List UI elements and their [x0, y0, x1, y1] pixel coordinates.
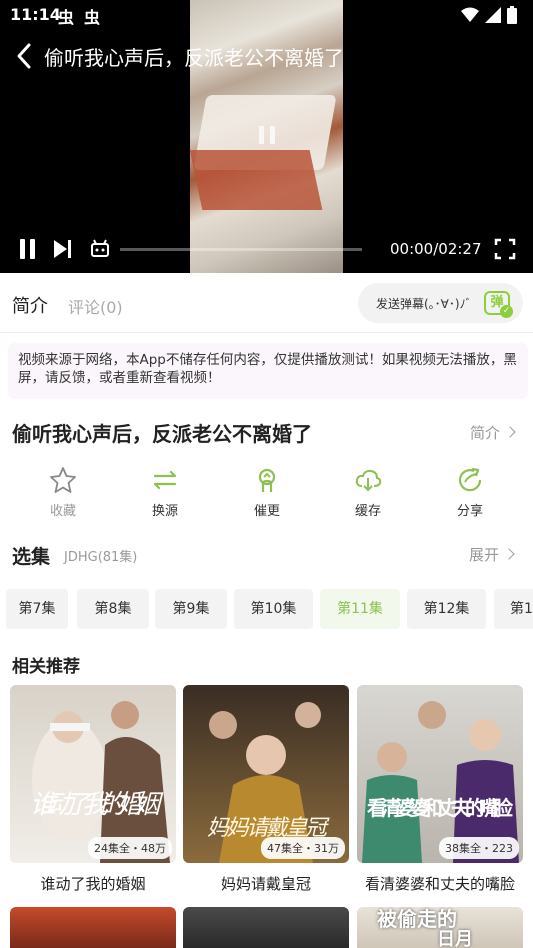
episodes-title: 选集	[12, 546, 51, 568]
wifi-icon	[461, 7, 479, 22]
danmaku-placeholder: 发送弹幕(｡･∀･)ﾉﾞ	[376, 297, 472, 311]
recommend-card[interactable]: 看清婆婆和丈夫的嘴脸 38集全・223 看清婆婆和丈夫的嘴脸	[357, 685, 523, 894]
recommend-title: 相关推荐	[12, 657, 80, 677]
intro-link[interactable]: 简介	[470, 422, 516, 443]
episode-chip[interactable]: 第7集	[6, 589, 68, 629]
episode-count-badge: 24集全・48万	[88, 837, 172, 859]
status-time: 11:14	[10, 5, 61, 24]
recommend-card-partial[interactable]: 被偷走的 日月	[357, 907, 523, 948]
cache-button[interactable]: 缓存	[328, 466, 408, 519]
cache-label: 缓存	[354, 504, 381, 519]
share-button[interactable]: 分享	[430, 466, 510, 519]
episode-count-badge: 47集全・31万	[261, 837, 345, 859]
favorite-button[interactable]: 收藏	[23, 466, 103, 519]
card-title: 看清婆婆和丈夫的嘴脸	[364, 875, 515, 893]
download-cloud-icon	[355, 469, 382, 492]
next-episode-icon[interactable]	[52, 237, 74, 261]
favorite-label: 收藏	[49, 504, 76, 519]
pause-icon[interactable]	[18, 237, 38, 261]
status-bar: 11:14 虫 虫	[0, 0, 533, 30]
episode-chip[interactable]: 第8集	[77, 589, 149, 629]
expand-label: 展开	[469, 546, 500, 564]
share-label: 分享	[456, 504, 483, 519]
episode-chip[interactable]: 第12集	[407, 589, 486, 629]
progress-bar[interactable]	[120, 248, 362, 251]
episode-chip[interactable]: 第9集	[155, 589, 227, 629]
expand-episodes[interactable]: 展开	[469, 544, 515, 565]
tab-comments[interactable]: 评论(0)	[68, 294, 123, 318]
player-title-row: 偷听我心声后，反派老公不离婚了	[0, 40, 533, 72]
detail-tabs: 简介 评论(0) 发送弹幕(｡･∀･)ﾉﾞ 弹 ✓	[0, 273, 533, 333]
recommend-card[interactable]: 妈妈请戴皇冠 47集全・31万 妈妈请戴皇冠	[183, 685, 349, 894]
episode-count-badge: 38集全・223	[439, 837, 519, 859]
urge-update-label: 催更	[253, 504, 280, 519]
action-bar: 收藏 换源 催更 缓存 分享	[0, 466, 533, 522]
recommend-card-partial[interactable]	[10, 907, 176, 948]
battery-icon	[507, 6, 517, 24]
poster-text: 日月	[437, 929, 473, 948]
episodes-source[interactable]: JDHG(81集)	[64, 546, 137, 565]
poster-text: 看清婆婆和丈夫的嘴脸	[367, 796, 514, 820]
poster-text: 谁动了我的婚姻	[30, 790, 164, 820]
chevron-right-icon	[503, 548, 515, 560]
player-controls: 00:00/02:27	[0, 234, 533, 266]
share-icon	[458, 467, 482, 492]
switch-source-icon	[153, 470, 177, 490]
episode-chip[interactable]: 第10集	[234, 589, 313, 629]
playback-time: 00:00/02:27	[390, 240, 482, 258]
status-icons	[461, 6, 517, 24]
card-title: 妈妈请戴皇冠	[220, 875, 311, 893]
poster-image: 妈妈请戴皇冠 47集全・31万	[183, 685, 349, 863]
poster-image: 看清婆婆和丈夫的嘴脸 38集全・223	[357, 685, 523, 863]
poster-image: 谁动了我的婚姻 24集全・48万	[10, 685, 176, 863]
danmaku-toggle-icon[interactable]	[90, 237, 110, 261]
episode-list: 第7集 第8集 第9集 第10集 第11集 第12集 第1	[0, 589, 533, 629]
source-notice: 视频来源于网络，本App不储存任何内容，仅提供播放测试！如果视频无法播放，黑屏，…	[8, 343, 528, 399]
episode-chip[interactable]: 第1	[494, 589, 533, 629]
chevron-right-icon	[504, 426, 516, 438]
urge-update-icon	[258, 468, 276, 492]
signal-icon	[485, 7, 501, 23]
episodes-header: 选集 JDHG(81集) 展开	[12, 540, 522, 570]
check-icon: ✓	[500, 305, 513, 318]
tab-intro[interactable]: 简介	[12, 292, 48, 318]
recommend-card-partial[interactable]	[183, 907, 349, 948]
switch-source-button[interactable]: 换源	[125, 466, 205, 519]
star-icon	[50, 467, 76, 493]
video-player[interactable]: 11:14 虫 虫 偷听我心声后，反派老公不离婚了 00:00/02:27	[0, 0, 533, 273]
center-pause-icon[interactable]	[256, 124, 278, 146]
show-title: 偷听我心声后，反派老公不离婚了	[12, 422, 312, 446]
switch-source-label: 换源	[151, 504, 178, 519]
recommend-card[interactable]: 谁动了我的婚姻 24集全・48万 谁动了我的婚姻	[10, 685, 176, 894]
video-scene-rug	[189, 150, 323, 210]
urge-update-button[interactable]: 催更	[227, 466, 307, 519]
intro-link-label: 简介	[470, 424, 501, 442]
episode-chip-active[interactable]: 第11集	[320, 589, 400, 629]
danmaku-send-box[interactable]: 发送弹幕(｡･∀･)ﾉﾞ 弹 ✓	[358, 283, 523, 323]
back-arrow-icon[interactable]	[14, 42, 36, 70]
fullscreen-icon[interactable]	[494, 237, 516, 261]
bug-icon: 虫	[84, 8, 101, 27]
player-title: 偷听我心声后，反派老公不离婚了	[44, 46, 344, 70]
bug-icon: 虫	[58, 8, 75, 27]
card-title: 谁动了我的婚姻	[40, 875, 146, 893]
